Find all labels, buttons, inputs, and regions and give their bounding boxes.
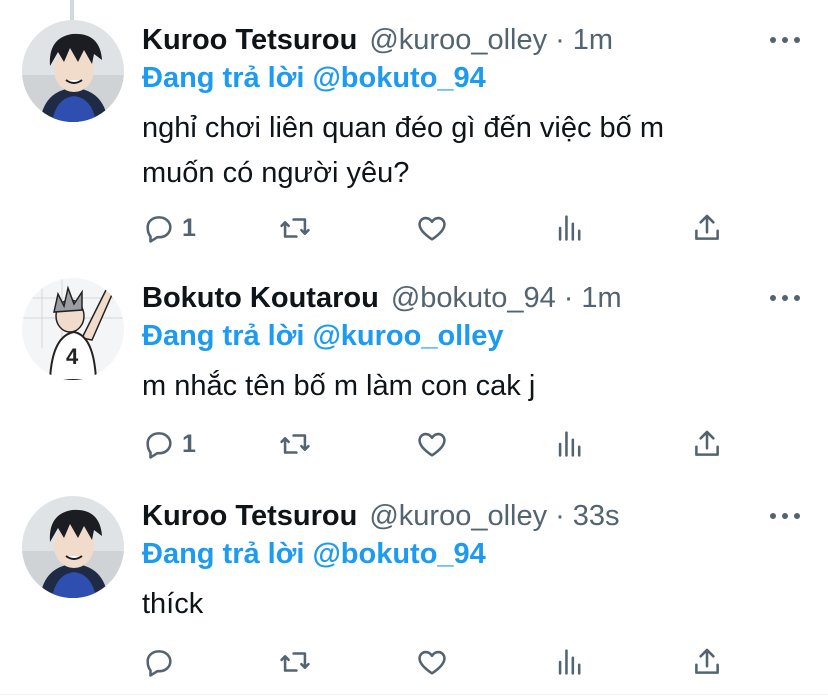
share-button[interactable] bbox=[690, 642, 724, 682]
views-button[interactable] bbox=[553, 642, 587, 682]
jersey-number: 4 bbox=[66, 344, 79, 369]
like-icon bbox=[418, 432, 446, 457]
reply-icon bbox=[146, 650, 172, 677]
replying-to: Đang trả lời @bokuto_94 bbox=[142, 62, 486, 95]
avatar[interactable]: 4 bbox=[22, 278, 124, 380]
reply-count: 1 bbox=[182, 429, 196, 458]
separator-dot: · bbox=[555, 499, 565, 532]
separator-dot: · bbox=[563, 281, 574, 314]
replying-to: Đang trả lời @kuroo_olley bbox=[142, 320, 504, 353]
reply-icon bbox=[146, 432, 172, 459]
tweet[interactable]: Kuroo Tetsurou @kuroo_olley · 1m Đang tr… bbox=[0, 20, 828, 250]
share-icon bbox=[695, 430, 719, 456]
views-icon bbox=[558, 215, 581, 241]
share-button[interactable] bbox=[690, 424, 724, 464]
tweet-actions: 1 bbox=[0, 424, 828, 464]
replying-to-label: Đang trả lời bbox=[142, 62, 305, 94]
share-button[interactable] bbox=[690, 208, 724, 248]
tweet[interactable]: Kuroo Tetsurou @kuroo_olley · 33s Đang t… bbox=[0, 496, 828, 692]
tweet-actions: 1 bbox=[0, 208, 828, 248]
retweet-button[interactable] bbox=[278, 642, 312, 682]
replying-to-handle[interactable]: @bokuto_94 bbox=[312, 62, 485, 94]
user-handle[interactable]: @bokuto_94 bbox=[391, 282, 556, 315]
tweet-header: Bokuto Koutarou @bokuto_94 · 1m bbox=[142, 278, 622, 318]
like-icon bbox=[418, 650, 446, 675]
replying-to-handle[interactable]: @kuroo_olley bbox=[312, 320, 503, 352]
tweet-text-line: m nhắc tên bố m làm con cak j bbox=[142, 370, 536, 402]
tweet-text-line: nghỉ chơi liên quan đéo gì đến việc bố m bbox=[142, 112, 665, 144]
views-button[interactable] bbox=[553, 424, 587, 464]
divider bbox=[0, 694, 828, 695]
reply-button[interactable]: 1 bbox=[142, 424, 196, 464]
like-icon bbox=[418, 216, 446, 241]
views-button[interactable] bbox=[553, 208, 587, 248]
user-handle[interactable]: @kuroo_olley bbox=[369, 24, 547, 57]
retweet-icon bbox=[280, 434, 310, 454]
replying-to-handle[interactable]: @bokuto_94 bbox=[312, 538, 485, 570]
like-button[interactable] bbox=[415, 424, 449, 464]
tweet-header: Kuroo Tetsurou @kuroo_olley · 1m bbox=[142, 20, 613, 60]
display-name[interactable]: Kuroo Tetsurou bbox=[142, 24, 357, 57]
reply-button[interactable]: 1 bbox=[142, 208, 196, 248]
display-name[interactable]: Kuroo Tetsurou bbox=[142, 500, 357, 533]
retweet-icon bbox=[280, 652, 310, 672]
like-button[interactable] bbox=[415, 208, 449, 248]
tweet[interactable]: 4 Bokuto Koutarou @bokuto_94 · 1m Đang t… bbox=[0, 278, 828, 478]
tweet-text: nghỉ chơi liên quan đéo gì đến việc bố m… bbox=[142, 106, 782, 196]
timestamp[interactable]: 33s bbox=[573, 500, 620, 533]
tweet-text: m nhắc tên bố m làm con cak j bbox=[142, 364, 782, 409]
avatar-kuroo-icon bbox=[22, 20, 124, 122]
reply-icon bbox=[146, 216, 172, 243]
retweet-button[interactable] bbox=[278, 208, 312, 248]
retweet-icon bbox=[280, 218, 310, 238]
tweet-text-line: thíck bbox=[142, 588, 204, 620]
more-options-icon[interactable] bbox=[770, 286, 800, 310]
retweet-button[interactable] bbox=[278, 424, 312, 464]
reply-count: 1 bbox=[182, 213, 196, 242]
views-icon bbox=[558, 431, 581, 457]
tweet-actions bbox=[0, 642, 828, 682]
avatar[interactable] bbox=[22, 496, 124, 598]
tweet-text: thíck bbox=[142, 582, 782, 627]
share-icon bbox=[695, 214, 719, 240]
tweet-text-line: muốn có người yêu? bbox=[142, 157, 410, 189]
share-icon bbox=[695, 648, 719, 674]
replying-to: Đang trả lời @bokuto_94 bbox=[142, 538, 486, 571]
views-icon bbox=[558, 649, 581, 675]
user-handle[interactable]: @kuroo_olley bbox=[369, 500, 547, 533]
avatar-kuroo-icon bbox=[22, 496, 124, 598]
avatar[interactable] bbox=[22, 20, 124, 122]
more-options-icon[interactable] bbox=[770, 504, 800, 528]
replying-to-label: Đang trả lời bbox=[142, 320, 305, 352]
avatar-bokuto-icon: 4 bbox=[22, 278, 124, 380]
like-button[interactable] bbox=[415, 642, 449, 682]
display-name[interactable]: Bokuto Koutarou bbox=[142, 282, 379, 315]
timestamp[interactable]: 1m bbox=[581, 282, 621, 315]
replying-to-label: Đang trả lời bbox=[142, 538, 305, 570]
separator-dot: · bbox=[555, 23, 565, 56]
tweet-header: Kuroo Tetsurou @kuroo_olley · 33s bbox=[142, 496, 620, 536]
more-options-icon[interactable] bbox=[770, 28, 800, 52]
reply-button[interactable] bbox=[142, 642, 182, 682]
timestamp[interactable]: 1m bbox=[573, 24, 613, 57]
